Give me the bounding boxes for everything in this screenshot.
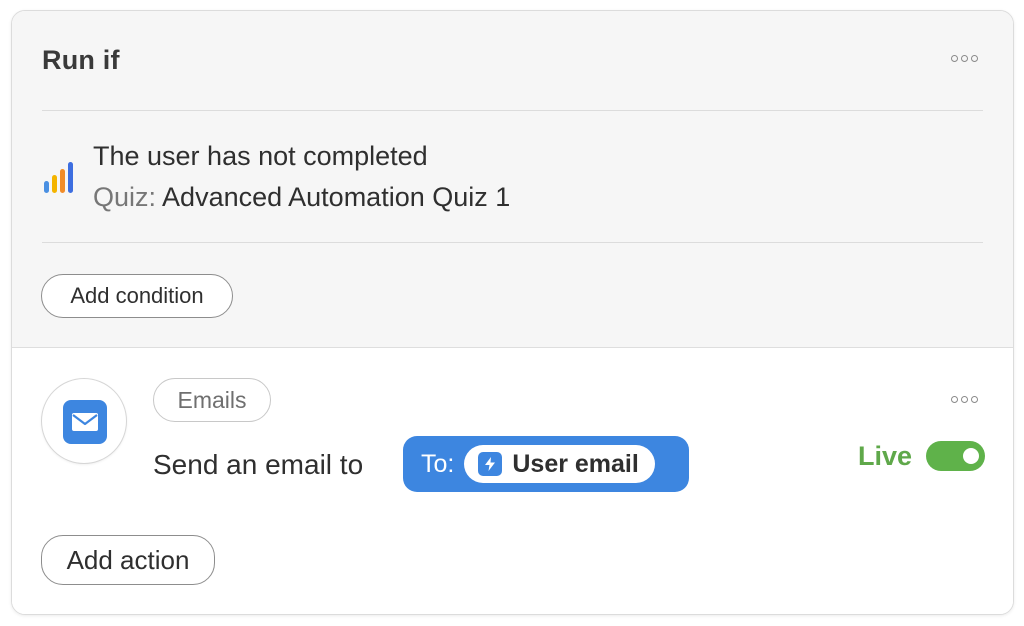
- envelope-icon: [63, 400, 107, 444]
- condition-value: Advanced Automation Quiz 1: [162, 182, 511, 212]
- recipient-field[interactable]: To: User email: [403, 436, 689, 492]
- action-text: Send an email to: [153, 449, 364, 480]
- lightning-icon: [478, 452, 503, 476]
- run-if-title: Run if: [42, 45, 120, 75]
- category-tag: Emails: [153, 378, 271, 422]
- add-condition-button[interactable]: Add condition: [41, 274, 233, 318]
- action-more-options-icon[interactable]: [951, 396, 978, 403]
- add-action-button[interactable]: Add action: [41, 535, 215, 585]
- to-label: To:: [421, 449, 455, 478]
- condition-label: Quiz:: [93, 182, 157, 212]
- condition-detail: Quiz: Advanced Automation Quiz 1: [93, 182, 510, 213]
- live-toggle[interactable]: [926, 441, 985, 471]
- toggle-knob: [963, 448, 979, 464]
- recipient-token[interactable]: User email: [464, 445, 655, 483]
- run-if-section: Run if The user has not completed Quiz: …: [12, 11, 1013, 348]
- condition-text: The user has not completed: [93, 141, 428, 171]
- divider: [42, 110, 983, 111]
- status-label: Live: [858, 441, 913, 471]
- divider: [42, 242, 983, 243]
- automation-card: Run if The user has not completed Quiz: …: [11, 10, 1014, 615]
- run-if-more-options-icon[interactable]: [951, 55, 978, 62]
- bar-chart-icon: [44, 162, 73, 193]
- recipient-value: User email: [512, 449, 639, 478]
- action-icon-circle: [41, 378, 127, 464]
